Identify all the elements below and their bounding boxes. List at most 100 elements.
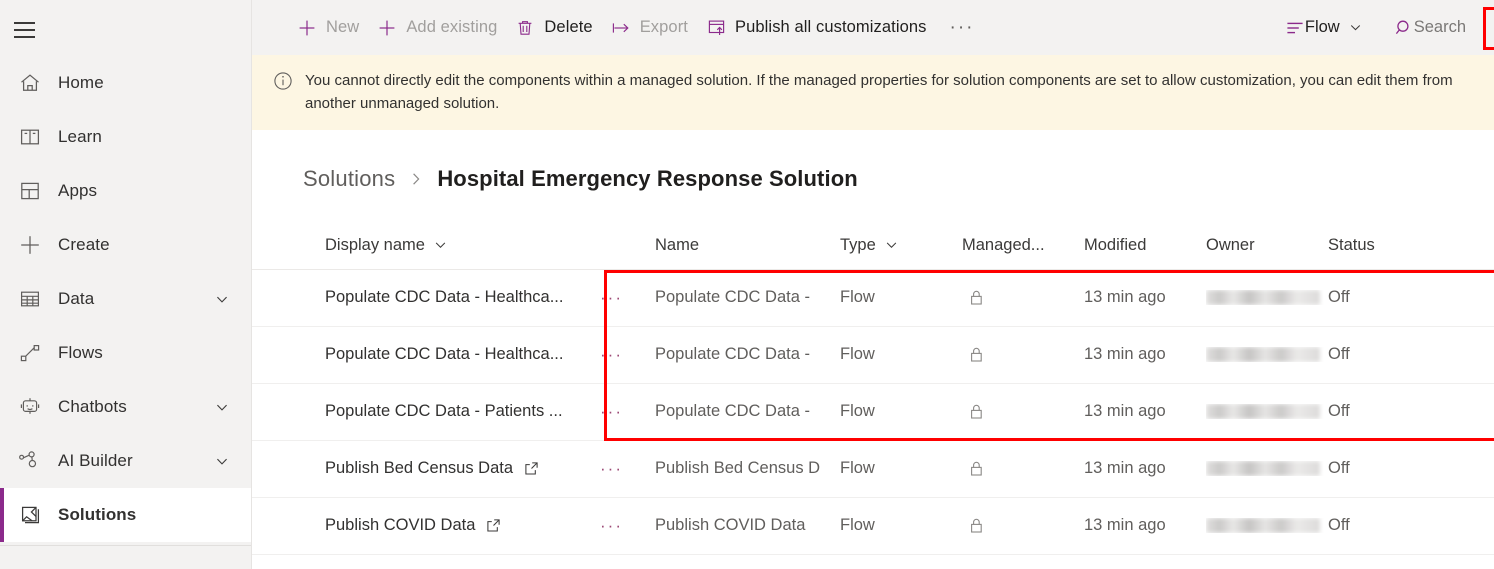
sidebar-item-solutions[interactable]: Solutions [0, 488, 251, 542]
cell-modified: 13 min ago [1084, 288, 1206, 307]
trash-icon [515, 18, 535, 38]
command-label: Export [640, 18, 688, 37]
flow-filter-label: Flow [1305, 18, 1340, 37]
overflow-dots-icon: ··· [950, 18, 975, 37]
sidebar-divider [0, 545, 251, 546]
column-label: Modified [1084, 236, 1146, 255]
components-table: Display name Name Type [252, 222, 1494, 555]
cell-managed [962, 402, 1084, 421]
home-icon [16, 69, 44, 97]
external-link-icon[interactable] [524, 461, 539, 476]
table-body: Populate CDC Data - Healthca... ··· Popu… [252, 270, 1494, 555]
sidebar-item-home[interactable]: Home [0, 56, 251, 110]
table-row[interactable]: Populate CDC Data - Healthca... ··· Popu… [252, 270, 1494, 327]
row-type: Flow [840, 516, 875, 535]
sidebar-item-chatbots[interactable]: Chatbots [0, 380, 251, 434]
chevron-down-icon[interactable] [215, 454, 229, 468]
external-link-icon[interactable] [486, 518, 501, 533]
publish-all-customizations-button[interactable]: Publish all customizations [697, 8, 936, 48]
delete-button[interactable]: Delete [506, 8, 601, 48]
row-context-menu-button[interactable]: ··· [600, 402, 655, 422]
filter-lines-icon [1285, 20, 1305, 36]
row-modified: 13 min ago [1084, 459, 1166, 478]
info-icon [272, 70, 294, 92]
managed-solution-notice: You cannot directly edit the components … [252, 55, 1494, 130]
cell-name: Populate CDC Data - [655, 345, 840, 364]
book-icon [16, 123, 44, 151]
table-row[interactable]: Populate CDC Data - Patients ... ··· Pop… [252, 384, 1494, 441]
status-badge: Off [1328, 459, 1350, 478]
cell-display-name[interactable]: Publish Bed Census Data [292, 459, 600, 478]
cell-name: Publish Bed Census D [655, 459, 840, 478]
cell-name: Populate CDC Data - [655, 402, 840, 421]
column-header-owner[interactable]: Owner [1206, 236, 1328, 255]
cell-display-name[interactable]: Publish COVID Data [292, 516, 600, 535]
table-row[interactable]: Populate CDC Data - Healthca... ··· Popu… [252, 327, 1494, 384]
status-badge: Off [1328, 402, 1350, 421]
sidebar-item-label: Apps [58, 181, 97, 201]
overflow-menu-button[interactable]: ··· [936, 8, 989, 48]
sidebar-item-flows[interactable]: Flows [0, 326, 251, 380]
column-label: Display name [325, 236, 425, 255]
cell-modified: 13 min ago [1084, 516, 1206, 535]
chevron-down-icon[interactable] [215, 292, 229, 306]
cell-status: Off [1328, 402, 1418, 421]
column-header-managed[interactable]: Managed... [962, 236, 1084, 255]
sidebar-item-apps[interactable]: Apps [0, 164, 251, 218]
new-button[interactable]: New [288, 8, 368, 48]
breadcrumb-parent-link[interactable]: Solutions [303, 166, 395, 192]
column-header-status[interactable]: Status [1328, 236, 1418, 255]
row-context-menu-button[interactable]: ··· [600, 516, 655, 536]
sidebar-item-learn[interactable]: Learn [0, 110, 251, 164]
sidebar-item-data[interactable]: Data [0, 272, 251, 326]
column-header-display-name[interactable]: Display name [292, 236, 600, 255]
cell-display-name[interactable]: Populate CDC Data - Patients ... [292, 402, 600, 421]
chevron-down-icon[interactable] [885, 239, 898, 252]
breadcrumb: Solutions Hospital Emergency Response So… [252, 130, 1494, 200]
chevron-down-icon[interactable] [215, 400, 229, 414]
chevron-down-icon[interactable] [434, 239, 447, 252]
cell-owner [1206, 461, 1328, 476]
cell-type: Flow [840, 402, 962, 421]
lock-icon [968, 516, 985, 535]
export-button[interactable]: Export [602, 8, 697, 48]
column-header-name[interactable]: Name [655, 236, 840, 255]
overflow-dots-icon: ··· [600, 288, 623, 308]
command-bar: New Add existing [252, 0, 1494, 55]
cell-display-name[interactable]: Populate CDC Data - Healthca... [292, 345, 600, 364]
lock-icon [968, 288, 985, 307]
table-icon [16, 285, 44, 313]
flow-filter-button[interactable]: Flow [1275, 8, 1372, 48]
status-badge: Off [1328, 516, 1350, 535]
row-modified: 13 min ago [1084, 345, 1166, 364]
chevron-down-icon[interactable] [1349, 21, 1362, 34]
plus-icon [297, 18, 317, 38]
search-input[interactable]: Search [1394, 8, 1486, 48]
add-existing-button[interactable]: Add existing [368, 8, 506, 48]
table-row[interactable]: Publish Bed Census Data ··· [252, 441, 1494, 498]
flow-icon [16, 339, 44, 367]
table-row[interactable]: Publish COVID Data ··· Pu [252, 498, 1494, 555]
plus-icon [377, 18, 397, 38]
column-label: Type [840, 236, 876, 255]
hamburger-menu-icon[interactable] [13, 14, 57, 46]
cell-display-name[interactable]: Populate CDC Data - Healthca... [292, 288, 600, 307]
column-header-type[interactable]: Type [840, 236, 962, 255]
sidebar-item-label: Data [58, 289, 94, 309]
status-badge: Off [1328, 288, 1350, 307]
column-header-modified[interactable]: Modified [1084, 236, 1206, 255]
row-context-menu-button[interactable]: ··· [600, 288, 655, 308]
sidebar-item-label: Chatbots [58, 397, 127, 417]
search-icon [1394, 18, 1414, 38]
sidebar-item-create[interactable]: Create [0, 218, 251, 272]
row-context-menu-button[interactable]: ··· [600, 345, 655, 365]
sidebar-item-ai-builder[interactable]: AI Builder [0, 434, 251, 488]
cell-modified: 13 min ago [1084, 459, 1206, 478]
owner-redacted-name [1206, 347, 1320, 362]
row-display-name: Populate CDC Data - Patients ... [325, 402, 563, 421]
row-display-name: Publish COVID Data [325, 516, 475, 535]
row-context-menu-button[interactable]: ··· [600, 459, 655, 479]
owner-redacted-name [1206, 461, 1320, 476]
sidebar-nav-list: Home Learn Apps [0, 56, 251, 542]
status-badge: Off [1328, 345, 1350, 364]
